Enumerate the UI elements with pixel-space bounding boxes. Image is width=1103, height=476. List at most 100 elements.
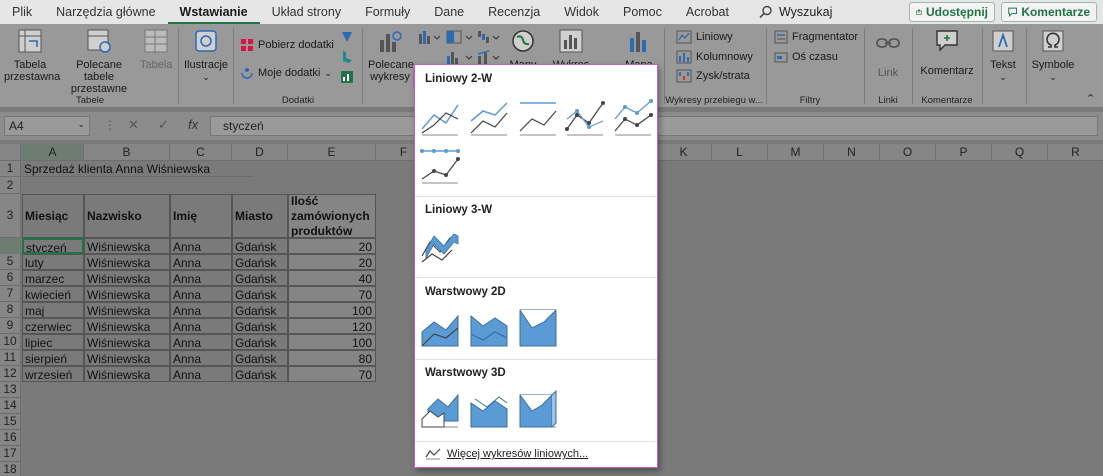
more-line-charts-link[interactable]: Więcej wykresów liniowych... [425, 448, 588, 460]
comments-button[interactable]: Komentarze [1001, 2, 1097, 22]
table-row-cell[interactable]: Wiśniewska [84, 286, 170, 302]
row-header[interactable]: 13 [0, 382, 21, 398]
table-row-cell[interactable]: Gdańsk [232, 238, 288, 254]
tab-page-layout[interactable]: Układ strony [260, 0, 353, 24]
tab-data[interactable]: Dane [422, 0, 476, 24]
table-row-cell[interactable]: Wiśniewska [84, 334, 170, 350]
table-row-cell[interactable]: Wiśniewska [84, 238, 170, 254]
table-row-cell[interactable]: 20 [288, 238, 376, 254]
column-header[interactable]: R [1048, 144, 1103, 161]
column-header[interactable]: A [22, 144, 84, 161]
sparkline-winloss-button[interactable]: Zysk/strata [676, 69, 750, 83]
row-header[interactable]: 14 [0, 398, 21, 414]
table-header-cell[interactable]: Miasto [232, 194, 288, 238]
table-row-cell[interactable]: Anna [170, 318, 232, 334]
comment-button[interactable]: Komentarz [916, 28, 978, 77]
my-addins-button[interactable]: Moje dodatki ⌄ [240, 66, 332, 80]
row-header[interactable]: 5 [0, 254, 21, 270]
column-header[interactable]: K [656, 144, 712, 161]
combo-chart-icon[interactable] [477, 50, 503, 64]
row-header[interactable]: 15 [0, 414, 21, 430]
text-button[interactable]: Tekst ⌄ [986, 28, 1020, 83]
column-header[interactable]: L [712, 144, 768, 161]
share-button[interactable]: Udostępnij [909, 2, 995, 22]
tab-acrobat[interactable]: Acrobat [674, 0, 741, 24]
table-header-cell[interactable]: Ilość zamówionych produktów [288, 194, 376, 238]
illustrations-button[interactable]: Ilustracje ⌄ [184, 28, 228, 83]
select-all-corner[interactable] [0, 144, 21, 161]
table-row-cell[interactable]: Anna [170, 302, 232, 318]
column-header[interactable]: M [768, 144, 824, 161]
column-chart-icon[interactable] [418, 30, 444, 44]
column-header[interactable]: B [84, 144, 170, 161]
row-header[interactable]: 11 [0, 350, 21, 366]
table-row-cell[interactable]: Wiśniewska [84, 302, 170, 318]
tab-formulas[interactable]: Formuły [353, 0, 422, 24]
table-row-cell[interactable]: Anna [170, 270, 232, 286]
table-row-cell[interactable]: marzec [22, 270, 84, 286]
table-row-cell[interactable]: Gdańsk [232, 286, 288, 302]
table-row-cell[interactable]: kwiecień [22, 286, 84, 302]
stacked-area-chart-icon[interactable] [469, 308, 509, 348]
table-row-cell[interactable]: 20 [288, 254, 376, 270]
tab-help[interactable]: Pomoc [611, 0, 674, 24]
line-markers-chart-icon[interactable] [565, 97, 605, 137]
table-row-cell[interactable]: czerwiec [22, 318, 84, 334]
percent-stacked-area-chart-icon[interactable] [518, 308, 558, 348]
table-row-cell[interactable]: Wiśniewska [84, 254, 170, 270]
column-header[interactable]: O [880, 144, 936, 161]
table-header-cell[interactable]: Imię [170, 194, 232, 238]
table-row-cell[interactable]: Anna [170, 286, 232, 302]
row-header[interactable]: 3 [0, 194, 21, 238]
table-row-cell[interactable]: 100 [288, 302, 376, 318]
table-row-cell[interactable]: 120 [288, 318, 376, 334]
row-header[interactable]: 1 [0, 161, 21, 177]
people-graph-icon[interactable] [340, 70, 354, 84]
stacked-area-3d-chart-icon[interactable] [469, 389, 509, 429]
percent-stacked-area-3d-chart-icon[interactable] [518, 389, 558, 429]
waterfall-chart-icon[interactable] [477, 30, 503, 44]
table-row-cell[interactable]: Gdańsk [232, 254, 288, 270]
visio-icon[interactable] [340, 30, 354, 44]
table-row-cell[interactable]: 70 [288, 366, 376, 382]
table-row-cell[interactable]: Gdańsk [232, 334, 288, 350]
area-3d-chart-icon[interactable] [420, 389, 460, 429]
table-row-cell[interactable]: Wiśniewska [84, 350, 170, 366]
column-header[interactable]: E [288, 144, 376, 161]
row-header[interactable]: 6 [0, 270, 21, 286]
collapse-ribbon-icon[interactable]: ⌃ [1086, 92, 1095, 105]
table-button[interactable]: Tabela [140, 28, 172, 71]
row-header[interactable]: 17 [0, 446, 21, 462]
percent-stacked-line-markers-chart-icon[interactable] [420, 145, 460, 185]
symbols-button[interactable]: Symbole ⌄ [1030, 28, 1076, 83]
link-button[interactable]: Link [870, 30, 906, 79]
row-header[interactable]: 18 [0, 462, 21, 476]
column-header[interactable]: N [824, 144, 880, 161]
line-3d-chart-icon[interactable] [420, 226, 460, 266]
table-row-cell[interactable]: Wiśniewska [84, 366, 170, 382]
pivot-table-button[interactable]: Tabela przestawna [4, 28, 60, 83]
column-header[interactable]: D [232, 144, 288, 161]
table-row-cell[interactable]: Anna [170, 334, 232, 350]
get-addins-button[interactable]: Pobierz dodatki [240, 38, 334, 52]
row-header[interactable]: 10 [0, 334, 21, 350]
sparkline-line-button[interactable]: Liniowy [676, 30, 733, 44]
table-row-cell[interactable]: Gdańsk [232, 318, 288, 334]
row-header[interactable]: 8 [0, 302, 21, 318]
table-row-cell[interactable]: 70 [288, 286, 376, 302]
table-row-cell[interactable]: 100 [288, 334, 376, 350]
table-row-cell[interactable]: Gdańsk [232, 366, 288, 382]
table-row-cell[interactable]: Anna [170, 254, 232, 270]
slicer-button[interactable]: Fragmentator [774, 30, 858, 44]
table-row-cell[interactable]: maj [22, 302, 84, 318]
insert-function-icon[interactable]: fx [188, 117, 198, 132]
search-box[interactable]: Wyszukaj [741, 5, 832, 19]
timeline-button[interactable]: Oś czasu [774, 50, 838, 64]
statistic-chart-icon[interactable] [446, 50, 476, 64]
enter-icon[interactable]: ✓ [158, 117, 169, 133]
row-header[interactable]: 12 [0, 366, 21, 382]
row-header[interactable]: 9 [0, 318, 21, 334]
tab-view[interactable]: Widok [552, 0, 611, 24]
table-header-cell[interactable]: Miesiąc [22, 194, 84, 238]
row-header[interactable]: 7 [0, 286, 21, 302]
